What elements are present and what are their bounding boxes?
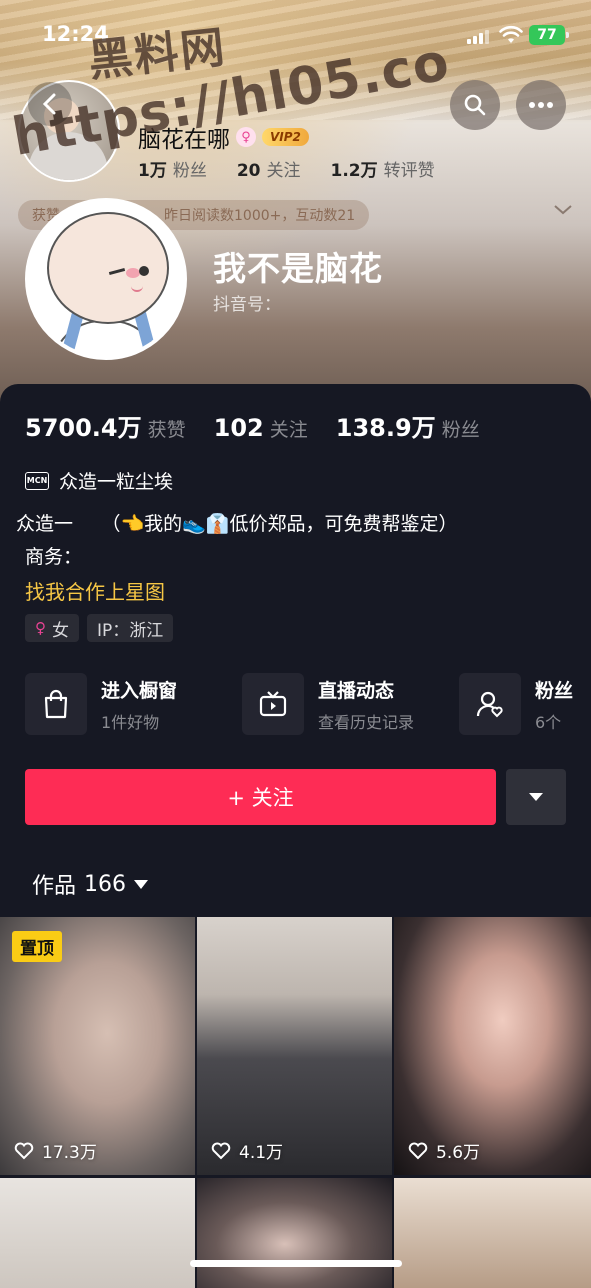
entry-fan-group-subtitle: 6个: [535, 712, 562, 732]
profile-stats: 5700.4万 获赞 102 关注 138.9万 粉丝: [25, 408, 480, 443]
back-button[interactable]: [28, 82, 72, 126]
battery-level: 77: [537, 27, 557, 43]
home-indicator[interactable]: [190, 1260, 402, 1267]
avatar-face: [47, 212, 169, 324]
search-icon: [464, 94, 486, 116]
video-tile[interactable]: [394, 1178, 591, 1288]
entry-fan-group-title: 粉丝: [535, 679, 574, 702]
video-tile[interactable]: 置顶 17.3万: [0, 917, 195, 1175]
entry-showcase-title: 进入橱窗: [101, 679, 178, 702]
ip-location-tag: IP：浙江: [87, 614, 174, 642]
bio-text: 众造一 （👈我的👟👔低价郑品，可免费帮鉴定）: [16, 513, 458, 535]
star-cooperation-link[interactable]: 找我合作上星图: [25, 576, 165, 605]
chevron-left-icon: [42, 93, 56, 115]
works-label: 作品: [32, 874, 77, 899]
douyin-id: 抖音号：: [213, 295, 281, 315]
follow-dropdown-button[interactable]: [506, 769, 566, 825]
video-tile[interactable]: [0, 1178, 195, 1288]
like-count: 17.3万: [14, 1138, 97, 1163]
mcn-name: 众造一粒尘埃: [59, 471, 174, 493]
pinned-badge: 置顶: [12, 931, 62, 962]
female-icon: ♀: [236, 127, 256, 147]
follow-button[interactable]: + 关注: [25, 769, 496, 825]
entry-showcase[interactable]: 进入橱窗 1件好物: [25, 673, 242, 735]
heart-icon: [14, 1142, 34, 1159]
mcn-row[interactable]: MCN 众造一粒尘埃: [25, 467, 173, 494]
activity-right: 昨日阅读数1000+，互动数21: [164, 208, 356, 224]
heart-icon: [211, 1142, 231, 1159]
video-tile[interactable]: [197, 1178, 392, 1288]
mini-stat-fans: 1万 粉丝: [138, 161, 207, 181]
more-button[interactable]: [516, 80, 566, 130]
search-button[interactable]: [450, 80, 500, 130]
follow-button-label: + 关注: [227, 786, 294, 810]
video-tile[interactable]: 4.1万: [197, 917, 392, 1175]
business-label: 商务：: [25, 546, 83, 568]
feature-entries: 进入橱窗 1件好物 直播动态 查看历史记录 粉丝 6个: [25, 673, 591, 735]
shopping-bag-icon: [25, 673, 87, 735]
profile-tags: ♀ 女 IP：浙江: [25, 614, 174, 642]
entry-showcase-subtitle: 1件好物: [101, 712, 160, 732]
mini-stats: 1万 粉丝 20 关注 1.2万 转评赞: [138, 156, 435, 181]
caret-down-icon: [134, 879, 149, 889]
female-icon: ♀: [35, 619, 46, 637]
mcn-icon: MCN: [25, 471, 49, 490]
stat-following[interactable]: 102 关注: [214, 414, 308, 442]
entry-live[interactable]: 直播动态 查看历史记录: [242, 673, 459, 735]
tv-icon: [242, 673, 304, 735]
more-dots-icon: [529, 102, 553, 108]
entry-live-title: 直播动态: [318, 679, 395, 702]
chevron-down-icon[interactable]: [552, 203, 574, 217]
like-count: 4.1万: [211, 1138, 283, 1163]
heart-icon: [408, 1142, 428, 1159]
wifi-icon: [499, 25, 523, 43]
signal-icon: [467, 28, 489, 44]
caret-down-icon: [529, 793, 543, 801]
tab-works[interactable]: 作品 166: [32, 868, 149, 900]
profile-name: 我不是脑花: [213, 249, 383, 288]
mini-stat-interactions: 1.2万 转评赞: [330, 161, 435, 181]
entry-live-subtitle: 查看历史记录: [318, 712, 415, 732]
entry-fan-group[interactable]: 粉丝 6个: [459, 673, 591, 735]
profile-avatar[interactable]: [25, 198, 187, 360]
battery-icon: 77: [529, 25, 569, 45]
video-tile[interactable]: 5.6万: [394, 917, 591, 1175]
stat-followers[interactable]: 138.9万 粉丝: [336, 408, 480, 443]
works-count: 166: [84, 871, 127, 897]
like-count: 5.6万: [408, 1138, 480, 1163]
gender-tag: ♀ 女: [25, 614, 79, 642]
fan-group-icon: [459, 673, 521, 735]
video-grid: 置顶 17.3万 4.1万 5.6万: [0, 917, 591, 1288]
mini-stat-following: 20 关注: [236, 161, 301, 181]
vip-badge: VIP2: [262, 128, 309, 146]
stat-likes[interactable]: 5700.4万 获赞: [25, 408, 186, 443]
